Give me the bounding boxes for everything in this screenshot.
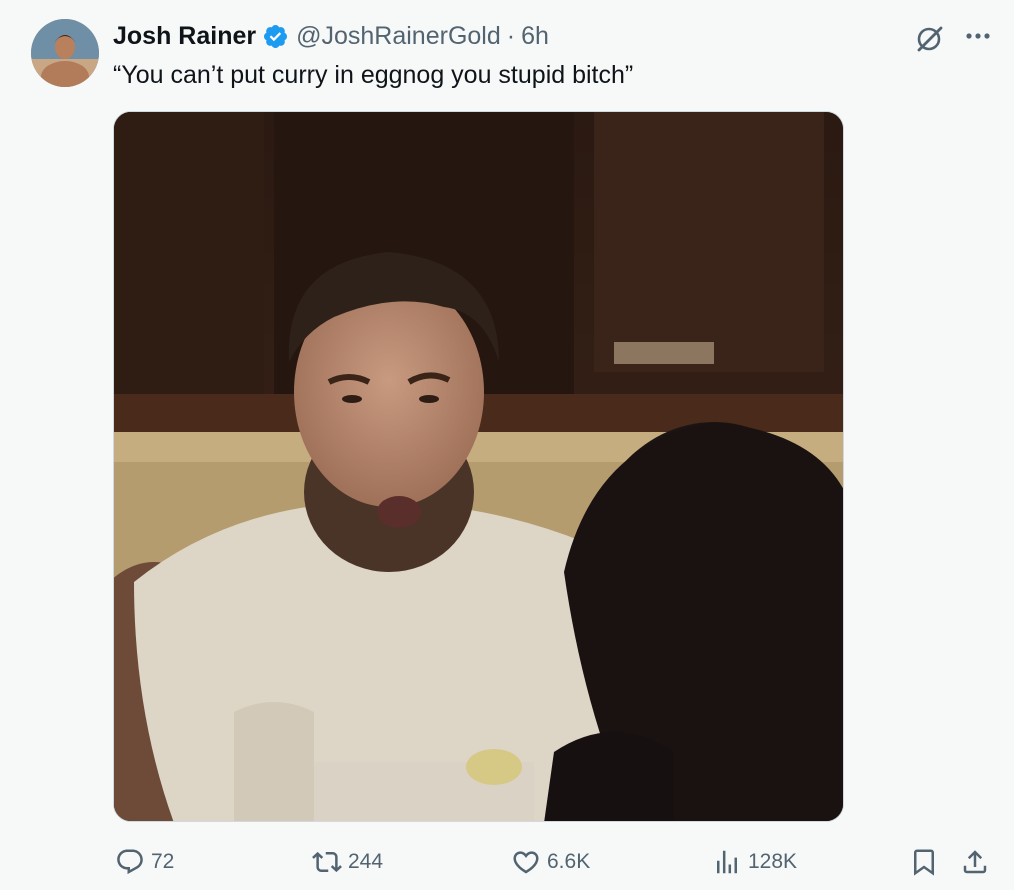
bookmark-button[interactable]: [909, 840, 939, 884]
reply-icon: [117, 849, 143, 875]
views-button[interactable]: 128K: [712, 840, 797, 884]
retweet-icon: [312, 851, 342, 873]
reply-button[interactable]: 72: [115, 840, 174, 884]
retweet-button[interactable]: 244: [312, 840, 383, 884]
tweet-header: Josh Rainer @JoshRainerGold · 6h: [113, 20, 549, 52]
views-icon: [717, 850, 737, 874]
author-handle[interactable]: @JoshRainerGold: [296, 22, 501, 51]
tweet-time[interactable]: 6h: [521, 22, 549, 51]
share-icon: [963, 850, 987, 874]
like-icon: [513, 851, 539, 874]
tweet-photo[interactable]: [113, 111, 844, 822]
like-count: 6.6K: [547, 850, 591, 873]
more-options-icon[interactable]: [961, 21, 995, 51]
views-count: 128K: [748, 850, 798, 873]
grok-icon[interactable]: [914, 24, 944, 54]
share-button[interactable]: [960, 840, 990, 884]
reply-count: 72: [151, 850, 175, 873]
separator-dot: ·: [506, 21, 516, 50]
author-name[interactable]: Josh Rainer: [113, 22, 256, 51]
bookmark-icon: [914, 849, 934, 876]
verified-badge-icon: [264, 24, 288, 48]
tweet-text: “You can’t put curry in eggnog you stupi…: [113, 61, 634, 89]
tweet-actions: 72 244 6.6K 128K: [0, 840, 1014, 884]
avatar[interactable]: [31, 19, 99, 87]
like-button[interactable]: 6.6K: [511, 840, 590, 884]
tweet: Josh Rainer @JoshRainerGold · 6h “You ca…: [0, 0, 1014, 890]
retweet-count: 244: [348, 850, 384, 873]
